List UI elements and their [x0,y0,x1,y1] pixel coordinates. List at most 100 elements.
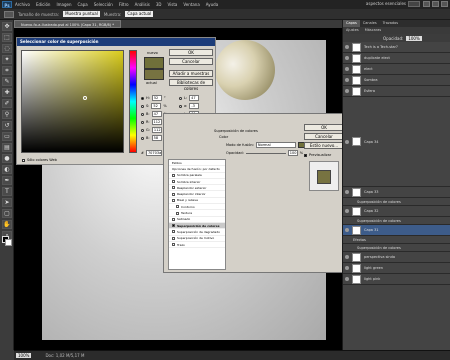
effect-row[interactable]: Superposición de colores [343,217,450,225]
effect-row[interactable]: Superposición de colores [343,198,450,206]
sample-size-select[interactable]: Muestra puntual [63,11,100,17]
path-selection-tool-icon[interactable]: ➤ [2,198,12,207]
web-only-checkbox[interactable] [22,158,25,162]
menu-ayuda[interactable]: Ayuda [206,2,218,7]
outer-glow-checkbox[interactable] [172,186,175,190]
eyedropper-tool-preset-icon[interactable] [4,10,14,18]
texture-checkbox[interactable] [176,211,179,215]
opacity-field[interactable]: 100 [287,150,298,156]
opacity-slider[interactable] [245,152,286,154]
red-field[interactable]: 112 [151,119,162,125]
saturation-field[interactable]: 52 [151,103,162,109]
hue-slider[interactable] [129,50,137,153]
effect-row[interactable]: Superposición de colores [343,244,450,252]
dodge-tool-icon[interactable]: ◐ [2,165,12,174]
menu-ventana[interactable]: Ventana [183,2,199,7]
color-libraries-button[interactable]: Bibliotecas de colores [169,79,213,91]
inner-glow-checkbox[interactable] [172,192,175,196]
new-style-button[interactable]: Estilo nuevo... [304,142,344,149]
move-tool-icon[interactable]: ✥ [2,22,12,31]
pen-tool-icon[interactable]: ✒ [2,176,12,185]
picker-ok-button[interactable]: OK [169,49,213,56]
inner-shadow-checkbox[interactable] [172,180,175,184]
eye-icon[interactable] [345,228,349,232]
menu-capa[interactable]: Capa [78,2,88,7]
lab-l-field[interactable]: 47 [189,95,200,101]
style-item-stroke[interactable]: Trazo [169,242,225,249]
eye-icon[interactable] [345,139,349,144]
layer-opacity-field[interactable]: 100% [406,35,422,41]
color-overlay-checkbox[interactable] [172,224,175,228]
tab-capas[interactable]: Capas [343,20,360,27]
eye-icon[interactable] [345,56,349,60]
healing-brush-tool-icon[interactable]: ✚ [2,88,12,97]
lab-a-radio[interactable] [179,104,182,108]
brightness-radio[interactable] [141,112,144,116]
tab-mascaras[interactable]: Máscaras [362,27,384,34]
layer-row[interactable]: light green [343,263,450,274]
bevel-checkbox[interactable] [172,198,175,202]
preview-checkbox[interactable] [304,153,307,157]
layer-row-selected[interactable]: Capa 31 [343,225,450,236]
eye-icon[interactable] [345,78,349,82]
red-radio[interactable] [141,120,144,124]
layer-row[interactable]: Capa 33 [343,187,450,198]
hue-radio[interactable] [141,96,144,100]
crop-tool-icon[interactable]: ⌗ [2,66,12,75]
magic-wand-tool-icon[interactable]: ✦ [2,55,12,64]
menu-analisis[interactable]: Análisis [135,2,150,7]
effects-header[interactable]: Efectos [343,236,450,244]
lab-a-field[interactable]: -3 [189,103,200,109]
menu-filtro[interactable]: Filtro [119,2,129,7]
layer-row[interactable]: perspectiva sinda [343,252,450,263]
menu-vista[interactable]: Vista [167,2,177,7]
layer-style-ok-button[interactable]: OK [304,124,344,131]
eye-icon[interactable] [345,255,349,259]
layer-row[interactable]: Tech is a Tech-star? [343,42,450,53]
tab-trazados[interactable]: Trazados [380,20,401,27]
sample-select[interactable]: Capa actual [125,11,154,17]
color-cursor-icon[interactable] [83,96,87,100]
current-color-swatch[interactable] [144,69,164,80]
eye-icon[interactable] [345,190,349,194]
brightness-field[interactable]: 47 [151,111,162,117]
green-radio[interactable] [141,128,144,132]
history-brush-tool-icon[interactable]: ↺ [2,121,12,130]
hex-field[interactable]: 70703a [145,150,162,156]
eye-icon[interactable] [345,67,349,71]
layer-row[interactable]: duplicate elect [343,53,450,64]
lab-l-radio[interactable] [179,96,182,100]
layer-row[interactable]: Sombra [343,75,450,86]
zoom-field[interactable]: 100% [16,353,32,358]
hue-field[interactable]: 52 [151,95,162,101]
eye-icon[interactable] [345,277,349,281]
tab-canales[interactable]: Canales [360,20,380,27]
green-field[interactable]: 112 [151,127,162,133]
menu-seleccion[interactable]: Selección [94,2,113,7]
menu-edicion[interactable]: Edición [36,2,50,7]
blend-mode-select[interactable]: Normal [255,142,296,148]
drop-shadow-checkbox[interactable] [172,173,175,177]
minimize-icon[interactable] [423,1,430,7]
menu-archivo[interactable]: Archivo [15,2,30,7]
brush-tool-icon[interactable]: ✐ [2,99,12,108]
eye-icon[interactable] [345,209,349,213]
workspace-search-field[interactable] [408,1,420,7]
blue-field[interactable]: 58 [151,135,162,141]
layer-row[interactable]: Capa 34 [343,97,450,187]
tab-ajustes[interactable]: Ajustes [343,27,362,34]
saturation-radio[interactable] [141,104,144,108]
layer-row[interactable]: elect [343,64,450,75]
lasso-tool-icon[interactable]: ◌ [2,44,12,53]
eye-icon[interactable] [345,89,349,93]
clone-stamp-tool-icon[interactable]: ⚲ [2,110,12,119]
menu-imagen[interactable]: Imagen [56,2,71,7]
eyedropper-tool-icon[interactable]: ✎ [2,77,12,86]
eye-icon[interactable] [345,45,349,49]
contour-checkbox[interactable] [176,205,179,209]
layer-row[interactable]: light pink [343,274,450,285]
stroke-checkbox[interactable] [172,243,175,246]
background-color-swatch[interactable] [5,239,12,246]
document-tab[interactable]: Nuevo-fo-a-llustrado.psd al 100% (Capa 3… [14,20,122,28]
marquee-tool-icon[interactable]: ⬚ [2,33,12,42]
